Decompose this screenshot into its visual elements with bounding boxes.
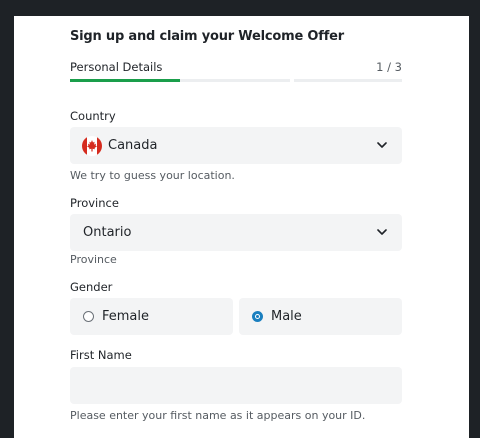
progress-fill xyxy=(70,79,180,82)
progress-step-2 xyxy=(294,79,402,82)
province-hint: Province xyxy=(70,253,117,266)
canada-flag-icon xyxy=(82,136,102,156)
chevron-down-icon xyxy=(377,142,387,148)
step-counter: 1 / 3 xyxy=(376,60,402,74)
province-select[interactable]: Ontario xyxy=(70,214,402,251)
country-value: Canada xyxy=(108,138,158,153)
country-hint: We try to guess your location. xyxy=(70,169,235,182)
form-title: Sign up and claim your Welcome Offer xyxy=(70,29,344,44)
gender-label: Gender xyxy=(70,280,113,294)
gender-option-male[interactable]: Male xyxy=(239,298,402,335)
chevron-down-icon xyxy=(377,229,387,235)
progress-step-1 xyxy=(70,79,290,82)
first-name-hint: Please enter your first name as it appea… xyxy=(70,409,366,422)
province-value: Ontario xyxy=(83,225,132,240)
step-label: Personal Details xyxy=(70,60,163,74)
country-label: Country xyxy=(70,109,116,123)
gender-option-female[interactable]: Female xyxy=(70,298,233,335)
province-label: Province xyxy=(70,196,119,210)
signup-panel: Sign up and claim your Welcome Offer Per… xyxy=(14,16,469,438)
first-name-input[interactable] xyxy=(70,367,402,404)
gender-option-label: Female xyxy=(102,309,150,324)
gender-option-label: Male xyxy=(271,309,302,324)
radio-male[interactable] xyxy=(252,311,263,322)
radio-female[interactable] xyxy=(83,311,94,322)
first-name-label: First Name xyxy=(70,348,132,362)
country-select[interactable]: Canada xyxy=(70,127,402,164)
